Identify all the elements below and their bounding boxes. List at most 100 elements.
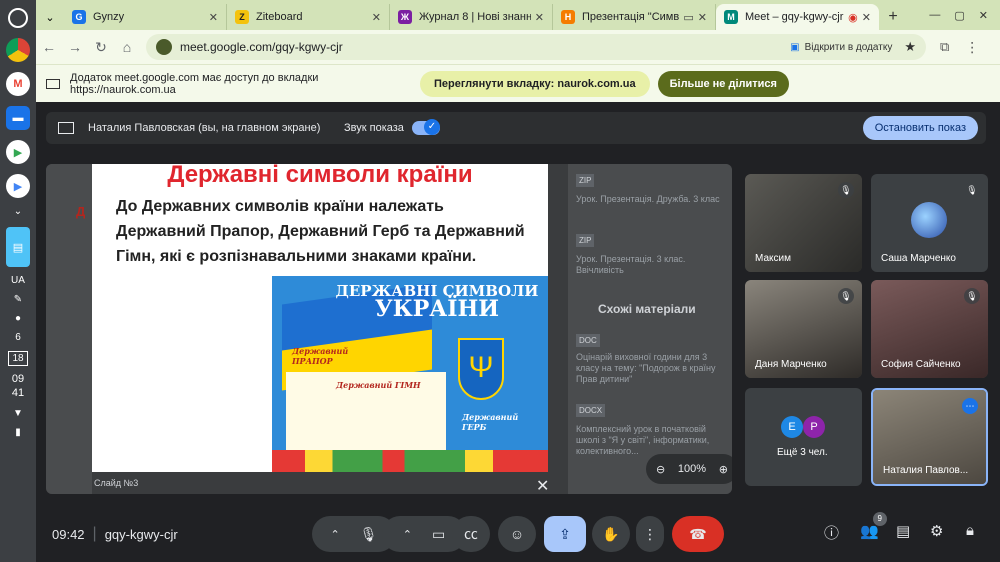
chrome-icon[interactable] bbox=[6, 38, 30, 62]
poster-heading: ДЕРЖАВНІ СИМВОЛИ УКРАЇНИ bbox=[332, 282, 542, 322]
tab-presentation[interactable]: Н Презентація "Символи ▭ ✕ bbox=[553, 4, 716, 30]
stop-sharing-button[interactable]: Більше не ділитися bbox=[657, 70, 789, 97]
app-drawer-icon[interactable]: ▤ bbox=[6, 227, 30, 267]
close-icon[interactable]: ✕ bbox=[698, 11, 707, 24]
material-item: ZIP bbox=[576, 234, 726, 247]
launcher-icon[interactable] bbox=[8, 8, 28, 28]
back-icon[interactable]: ← bbox=[36, 39, 62, 55]
participant-tile[interactable]: 🎙︎ София Сайченко bbox=[871, 280, 988, 378]
material-title: Урок. Презентація. Дружба. 3 клас bbox=[576, 194, 720, 204]
sharing-message: Додаток meet.google.com має доступ до вк… bbox=[70, 71, 319, 96]
open-app-icon: ▣ bbox=[790, 41, 800, 53]
avatar: Р bbox=[803, 416, 825, 438]
reload-icon[interactable]: ↻ bbox=[88, 39, 114, 56]
host-controls-icon[interactable]: 🔒︎ bbox=[966, 522, 974, 539]
zoom-out-icon[interactable]: ⊖ bbox=[656, 463, 665, 476]
shared-screen: Д ZIP Урок. Презентація. Дружба. 3 клас … bbox=[46, 164, 732, 494]
play-icon[interactable]: ▶ bbox=[6, 174, 30, 198]
self-participant-tile[interactable]: ⋯ Наталия Павлов... bbox=[871, 388, 988, 486]
close-icon[interactable]: ✕ bbox=[535, 11, 544, 24]
tab-label: Журнал 8 | Нові знання bbox=[419, 11, 531, 23]
separator: | bbox=[92, 525, 97, 542]
new-tab-button[interactable]: + bbox=[879, 4, 907, 30]
restore-icon[interactable]: ▢ bbox=[954, 9, 964, 22]
pen-icon[interactable]: ✎ bbox=[14, 294, 22, 305]
language-indicator[interactable]: UA bbox=[11, 275, 25, 286]
browser-menu-icon[interactable]: ⋮ bbox=[965, 39, 979, 56]
chevron-up-icon[interactable]: ⌃ bbox=[403, 528, 412, 541]
trident-icon: Ψ bbox=[458, 338, 504, 400]
clock-hour: 09 bbox=[11, 373, 25, 385]
activities-icon[interactable]: ⚙ bbox=[930, 522, 943, 540]
journal-icon: Ж bbox=[398, 10, 412, 24]
chevron-down-icon[interactable]: ⌄ bbox=[14, 206, 22, 217]
participant-name: Даня Марченко bbox=[755, 359, 827, 370]
tab-journal[interactable]: Ж Журнал 8 | Нові знання ✕ bbox=[390, 4, 553, 30]
slide-body: До Державних символів країни належать Де… bbox=[116, 198, 525, 265]
present-icon: ⇪ bbox=[559, 525, 571, 542]
participant-tile[interactable]: 🎙︎ Даня Марченко bbox=[745, 280, 862, 378]
close-icon[interactable]: ✕ bbox=[372, 11, 381, 24]
omnibox[interactable]: meet.google.com/gqy-kgwy-cjr ▣ Відкрити … bbox=[146, 34, 926, 60]
gmail-icon[interactable]: M bbox=[6, 72, 30, 96]
present-now-button[interactable]: ⇪ bbox=[544, 516, 586, 552]
participant-name: Саша Марченко bbox=[881, 253, 956, 264]
chat-icon[interactable]: ▤ bbox=[896, 522, 910, 540]
avatar bbox=[911, 202, 947, 238]
forward-icon[interactable]: → bbox=[62, 39, 88, 55]
meeting-details-icon[interactable]: ⓘ bbox=[824, 522, 839, 543]
more-options-button[interactable]: ⋮ bbox=[636, 516, 664, 552]
meeting-code[interactable]: gqy-kgwy-cjr bbox=[105, 527, 178, 542]
close-icon[interactable]: ✕ bbox=[209, 11, 218, 24]
close-window-icon[interactable]: ✕ bbox=[979, 9, 988, 22]
flowers-decoration bbox=[272, 450, 548, 472]
site-info-icon[interactable] bbox=[156, 39, 172, 55]
close-icon[interactable]: ✕ bbox=[862, 11, 871, 24]
slide-title: Державні символи країни bbox=[167, 164, 473, 188]
material-item: DOC bbox=[576, 334, 726, 347]
os-shelf: M ▬ ▶ ▶ ⌄ ▤ UA ✎ ● 6 18 09 41 ▼ ▮ bbox=[0, 0, 36, 562]
zoom-level: 100% bbox=[677, 463, 707, 475]
share-sound-toggle[interactable] bbox=[411, 119, 440, 135]
recording-icon: ◉ bbox=[848, 11, 858, 24]
flag-label: Державний ПРАПОР bbox=[292, 346, 349, 366]
tab-sharing-infobar: Додаток meet.google.com має доступ до вк… bbox=[36, 64, 1000, 102]
naurok-icon: Н bbox=[561, 10, 575, 24]
meet-icon[interactable]: ▶ bbox=[6, 140, 30, 164]
zoom-in-icon[interactable]: ⊕ bbox=[719, 463, 728, 476]
captions-icon: ㏄ bbox=[464, 526, 478, 542]
emoji-reactions-button[interactable]: ☺ bbox=[498, 516, 536, 552]
leave-call-button[interactable]: ☎ bbox=[672, 516, 724, 552]
people-icon[interactable]: 👥 9 bbox=[860, 512, 887, 540]
chevron-up-icon[interactable]: ⌃ bbox=[331, 528, 340, 541]
tab-ziteboard[interactable]: Z Ziteboard ✕ bbox=[227, 4, 390, 30]
captions-button[interactable]: ㏄ bbox=[452, 516, 490, 552]
tab-search-icon[interactable]: ⌄ bbox=[36, 4, 64, 30]
more-options-icon[interactable]: ⋯ bbox=[962, 398, 978, 414]
muted-mic-icon: 🎙︎ bbox=[964, 182, 980, 198]
stop-presenting-button[interactable]: Остановить показ bbox=[862, 116, 978, 140]
participant-tile[interactable]: 🎙︎ Максим bbox=[745, 174, 862, 272]
tab-meet[interactable]: M Meet – gqy-kgwy-cjr ◉ ✕ bbox=[716, 4, 879, 30]
files-icon[interactable]: ▬ bbox=[6, 106, 30, 130]
open-in-app-button[interactable]: ▣ Відкрити в додатку bbox=[790, 42, 892, 53]
more-participants-label: Ещё 3 чел. bbox=[777, 447, 828, 458]
extensions-icon[interactable]: ⧉ bbox=[940, 39, 949, 55]
notification-icon[interactable]: ● bbox=[15, 313, 21, 324]
notification-count[interactable]: 6 bbox=[15, 332, 21, 343]
present-screen-icon bbox=[58, 122, 74, 134]
poster-heading-line2: УКРАЇНИ bbox=[374, 296, 500, 322]
raise-hand-button[interactable]: ✋ bbox=[592, 516, 630, 552]
system-clock[interactable]: 09 41 bbox=[12, 372, 24, 400]
more-participants-tile[interactable]: Е Р Ещё 3 чел. bbox=[745, 388, 862, 486]
home-icon[interactable]: ⌂ bbox=[114, 39, 140, 55]
background-left-title: Д bbox=[76, 204, 86, 219]
participant-tile[interactable]: 🎙︎ Саша Марченко bbox=[871, 174, 988, 272]
window-controls: — ▢ ✕ bbox=[929, 0, 1000, 30]
minimize-icon[interactable]: — bbox=[929, 9, 940, 21]
tab-gynzy[interactable]: G Gynzy ✕ bbox=[64, 4, 227, 30]
view-shared-tab-button[interactable]: Переглянути вкладку: naurok.com.ua bbox=[420, 70, 650, 97]
close-icon[interactable]: ✕ bbox=[536, 476, 549, 494]
bookmark-star-icon[interactable]: ★ bbox=[904, 39, 916, 55]
calendar-icon[interactable]: 18 bbox=[8, 351, 28, 366]
